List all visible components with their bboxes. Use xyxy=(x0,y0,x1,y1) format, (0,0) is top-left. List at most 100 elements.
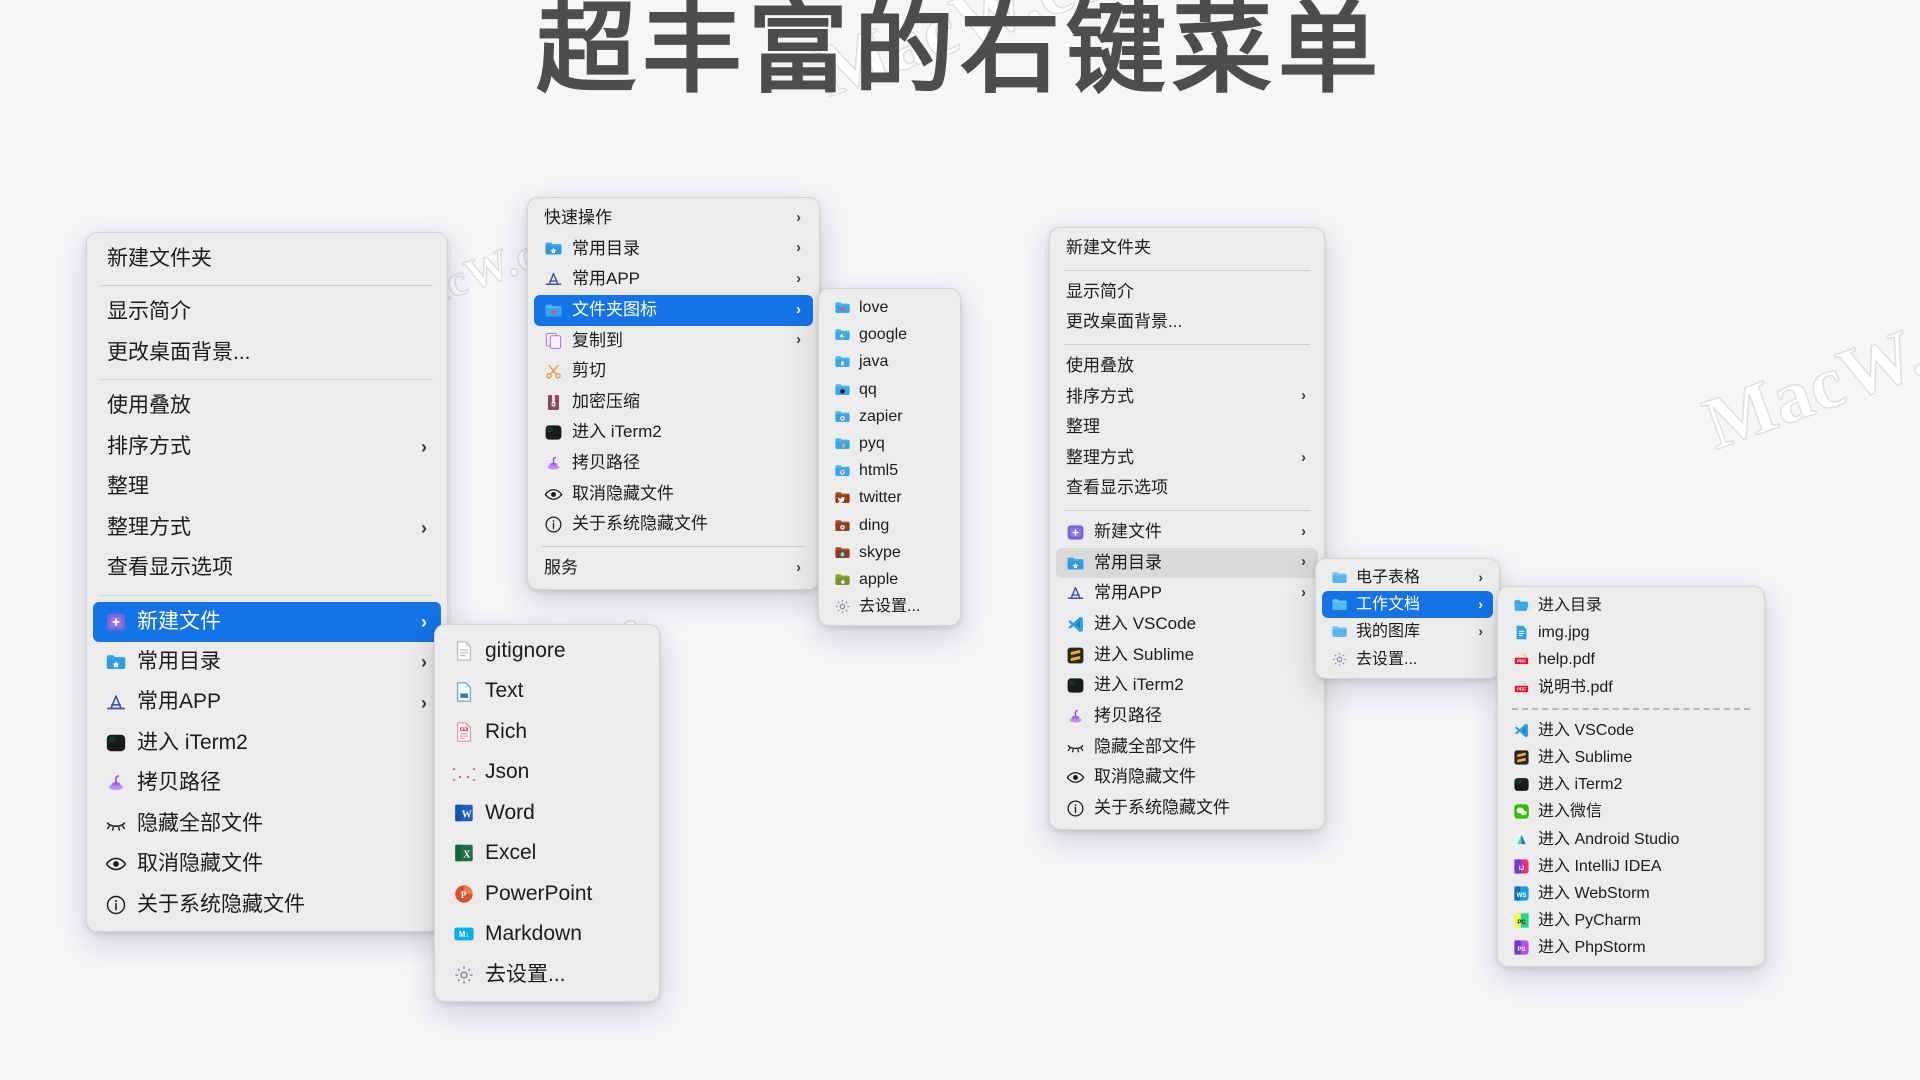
work-docs-submenu[interactable]: 进入目录 img.jpg PDF help.pdf PDF 说明书.pdf 进入 VSCod… xyxy=(1497,586,1765,968)
folder-icon-submenu[interactable]: love google java qq zapier pyq html5 twitter din… xyxy=(818,288,961,627)
menu-item[interactable]: 进入 Sublime xyxy=(1056,640,1318,671)
menu-item[interactable]: 排序方式 › xyxy=(93,427,441,467)
menu-item[interactable]: gitignore xyxy=(441,631,653,671)
menu-item[interactable]: 常用目录 › xyxy=(534,234,813,265)
menu-item[interactable]: 拷贝路径 xyxy=(1056,701,1318,732)
menu-item[interactable]: 隐藏全部文件 xyxy=(1056,732,1318,763)
menu-item[interactable]: 使用叠放 xyxy=(1056,351,1318,382)
menu-item[interactable]: 进入微信 xyxy=(1504,798,1758,825)
menu-item[interactable]: 新建文件夹 xyxy=(93,239,441,279)
menu-item[interactable]: 取消隐藏文件 xyxy=(534,479,813,510)
menu-item[interactable]: 去设置... xyxy=(1322,646,1493,673)
favorite-dirs-submenu[interactable]: 电子表格 › 工作文档 › 我的图库 › 去设置... xyxy=(1315,558,1500,679)
menu-item[interactable]: 整理方式 › xyxy=(93,508,441,548)
menu-item[interactable]: 整理 xyxy=(93,467,441,507)
folder-zapier-icon xyxy=(834,408,851,425)
menu-item[interactable]: 查看显示选项 xyxy=(1056,473,1318,504)
menu-item[interactable]: W Word xyxy=(441,793,653,833)
menu-item[interactable]: 取消隐藏文件 xyxy=(1056,762,1318,793)
menu-item[interactable]: 关于系统隐藏文件 xyxy=(534,509,813,540)
menu-item[interactable]: 取消隐藏文件 xyxy=(93,844,441,884)
menu-item[interactable]: 新建文件 › xyxy=(1056,517,1318,548)
new-file-submenu[interactable]: gitignore Text RTF Rich {..} Json W Word X Excel P… xyxy=(434,624,660,1002)
desktop-context-menu[interactable]: 新建文件夹显示简介 更改桌面背景... 使用叠放 排序方式 › 整理 整理方式 › 查看显示选项… xyxy=(86,232,448,932)
menu-item[interactable]: 新建文件夹 xyxy=(1056,233,1318,264)
rtf-doc-icon: RTF xyxy=(453,721,475,743)
menu-item[interactable]: 服务 › xyxy=(534,553,813,584)
menu-item[interactable]: 拷贝路径 xyxy=(93,763,441,803)
menu-item[interactable]: 查看显示选项 xyxy=(93,548,441,588)
menu-item[interactable]: 常用APP › xyxy=(1056,578,1318,609)
menu-item[interactable]: 显示简介 xyxy=(1056,277,1318,308)
menu-item[interactable]: 进入 iTerm2 xyxy=(1056,670,1318,701)
menu-item[interactable]: 使用叠放 xyxy=(93,386,441,426)
menu-item[interactable]: 常用目录 › xyxy=(1056,547,1318,579)
menu-item[interactable]: 加密压缩 xyxy=(534,387,813,418)
menu-item-label: gitignore xyxy=(485,639,566,662)
menu-item[interactable]: 更改桌面背景... xyxy=(1056,307,1318,338)
menu-item[interactable]: 我的图库 › xyxy=(1322,618,1493,645)
menu-item[interactable]: 关于系统隐藏文件 xyxy=(1056,793,1318,824)
desktop-context-menu-secondary[interactable]: 新建文件夹显示简介 更改桌面背景... 使用叠放 排序方式 › 整理 整理方式 › 查看显示选项… xyxy=(1049,227,1325,830)
menu-item[interactable]: java xyxy=(825,348,954,375)
menu-item[interactable]: img.jpg xyxy=(1504,619,1758,646)
menu-item[interactable]: 进入 Android Studio xyxy=(1504,826,1758,853)
menu-item-label: 隐藏全部文件 xyxy=(137,811,263,835)
menu-item[interactable]: IJ 进入 IntelliJ IDEA xyxy=(1504,853,1758,880)
menu-item[interactable]: twitter xyxy=(825,484,954,511)
menu-item[interactable]: 整理方式 › xyxy=(1056,443,1318,474)
menu-item[interactable]: ding xyxy=(825,512,954,539)
menu-item[interactable]: apple xyxy=(825,566,954,593)
menu-item[interactable]: 进入 VSCode xyxy=(1056,609,1318,640)
menu-item[interactable]: 进入 Sublime xyxy=(1504,744,1758,771)
menu-item[interactable]: 进入目录 xyxy=(1504,592,1758,619)
menu-item[interactable]: pyq xyxy=(825,430,954,457)
menu-item[interactable]: zapier xyxy=(825,403,954,430)
menu-item[interactable]: 新建文件 › xyxy=(93,601,441,642)
menu-item[interactable]: google xyxy=(825,321,954,348)
menu-item[interactable]: 去设置... xyxy=(441,955,653,995)
menu-item-label: 排序方式 xyxy=(1066,386,1134,406)
menu-item[interactable]: 显示简介 xyxy=(93,292,441,332)
menu-item[interactable]: PC 进入 PyCharm xyxy=(1504,907,1758,934)
menu-item[interactable]: P PowerPoint xyxy=(441,874,653,914)
quick-actions-menu[interactable]: 快速操作 › 常用目录 › 常用APP › 文件夹图标 › 复制到 › 剪切 加密压缩 进入 iTerm… xyxy=(527,197,820,590)
menu-item[interactable]: WS 进入 WebStorm xyxy=(1504,880,1758,907)
menu-item[interactable]: skype xyxy=(825,539,954,566)
menu-item[interactable]: PDF 说明书.pdf xyxy=(1504,674,1758,701)
menu-item[interactable]: PDF help.pdf xyxy=(1504,646,1758,673)
menu-item[interactable]: 进入 iTerm2 xyxy=(93,723,441,763)
menu-item[interactable]: 整理 xyxy=(1056,412,1318,443)
menu-item[interactable]: 进入 iTerm2 xyxy=(1504,771,1758,798)
menu-item[interactable]: 常用目录 › xyxy=(93,642,441,682)
menu-item[interactable]: 拷贝路径 xyxy=(534,448,813,479)
menu-item[interactable]: Text xyxy=(441,671,653,711)
menu-item[interactable]: RTF Rich xyxy=(441,712,653,752)
menu-item[interactable]: love xyxy=(825,294,954,321)
menu-item[interactable]: 关于系统隐藏文件 xyxy=(93,885,441,925)
menu-item[interactable]: 隐藏全部文件 xyxy=(93,804,441,844)
menu-item[interactable]: 进入 VSCode xyxy=(1504,717,1758,744)
menu-item[interactable]: 常用APP › xyxy=(534,264,813,295)
menu-item[interactable]: M↓ Markdown xyxy=(441,914,653,954)
chevron-right-icon: › xyxy=(1478,569,1483,585)
menu-item[interactable]: 复制到 › xyxy=(534,326,813,357)
menu-item[interactable]: 进入 iTerm2 xyxy=(534,417,813,448)
menu-item[interactable]: html5 xyxy=(825,457,954,484)
menu-item[interactable]: 常用APP › xyxy=(93,682,441,722)
menu-item[interactable]: X Excel xyxy=(441,833,653,873)
menu-item-label: 电子表格 xyxy=(1356,569,1421,586)
menu-item[interactable]: 文件夹图标 › xyxy=(534,294,813,326)
menu-item[interactable]: 去设置... xyxy=(825,593,954,620)
menu-item[interactable]: {..} Json xyxy=(441,752,653,792)
menu-item-label: 进入 WebStorm xyxy=(1538,884,1650,902)
menu-item[interactable]: 电子表格 › xyxy=(1322,564,1493,591)
menu-item[interactable]: 工作文档 › xyxy=(1322,591,1493,619)
menu-item[interactable]: PS 进入 PhpStorm xyxy=(1504,934,1758,961)
menu-item[interactable]: 剪切 xyxy=(534,356,813,387)
menu-item[interactable]: 快速操作 › xyxy=(534,203,813,234)
menu-item[interactable]: 更改桌面背景... xyxy=(93,333,441,373)
menu-item[interactable]: 排序方式 › xyxy=(1056,382,1318,413)
menu-item[interactable]: qq xyxy=(825,376,954,403)
menu-item-label: Markdown xyxy=(485,922,582,946)
